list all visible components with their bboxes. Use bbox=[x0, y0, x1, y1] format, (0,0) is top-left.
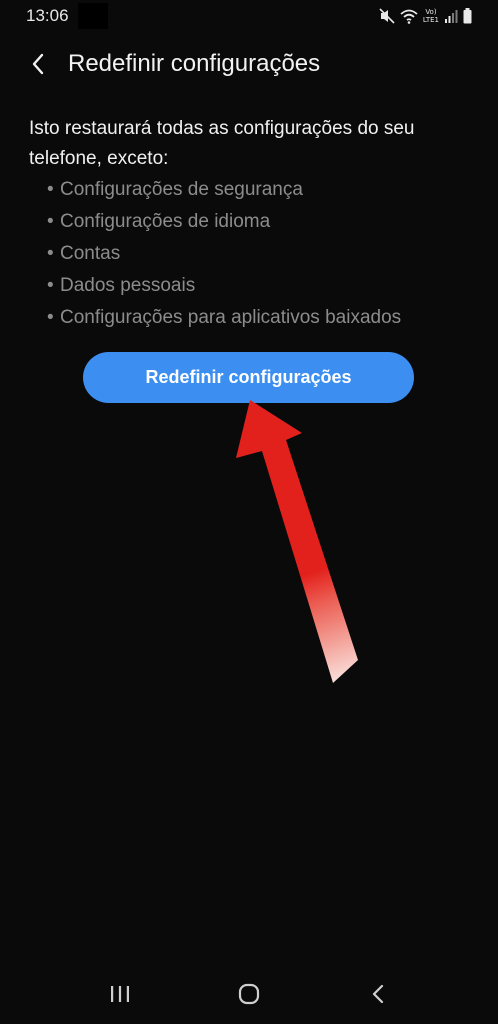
navigation-bar bbox=[0, 960, 498, 1024]
home-icon bbox=[238, 983, 260, 1005]
status-bar: 13:06 Vo) LTE1 bbox=[0, 0, 498, 32]
recents-button[interactable] bbox=[100, 974, 140, 1014]
back-icon bbox=[372, 984, 384, 1004]
list-item: • Configurações para aplicativos baixados bbox=[47, 302, 477, 334]
app-bar: Redefinir configurações bbox=[0, 40, 498, 88]
list-item: • Configurações de idioma bbox=[47, 206, 477, 238]
wifi-icon bbox=[400, 9, 418, 24]
bullet: • bbox=[47, 307, 54, 328]
redacted-area bbox=[78, 3, 108, 29]
reset-description: Isto restaurará todas as configurações d… bbox=[29, 118, 415, 169]
exception-label: Dados pessoais bbox=[60, 275, 196, 296]
nav-back-button[interactable] bbox=[358, 974, 398, 1014]
exception-label: Configurações para aplicativos baixados bbox=[60, 307, 402, 328]
bullet: • bbox=[47, 211, 54, 232]
exception-label: Contas bbox=[60, 243, 121, 264]
battery-icon bbox=[463, 8, 472, 24]
status-time: 13:06 bbox=[26, 6, 69, 25]
status-icons: Vo) LTE1 bbox=[379, 6, 472, 26]
list-item: • Configurações de segurança bbox=[47, 174, 477, 206]
reset-settings-button[interactable]: Redefinir configurações bbox=[83, 352, 414, 403]
bullet: • bbox=[47, 179, 54, 200]
recents-icon bbox=[111, 986, 129, 1002]
exception-label: Configurações de idioma bbox=[60, 211, 271, 232]
bullet: • bbox=[47, 275, 54, 296]
volte-indicator: Vo) LTE1 bbox=[423, 8, 439, 24]
lte-label: LTE1 bbox=[422, 16, 439, 24]
arrow-shape bbox=[236, 400, 358, 683]
page-title: Redefinir configurações bbox=[68, 50, 321, 77]
volte-label: Vo) bbox=[425, 8, 437, 16]
home-button[interactable] bbox=[229, 974, 269, 1014]
list-item: • Dados pessoais bbox=[47, 270, 477, 302]
signal-icon bbox=[445, 10, 458, 23]
chevron-left-icon bbox=[32, 53, 44, 75]
list-item: • Contas bbox=[47, 238, 477, 270]
mute-vibrate-icon bbox=[379, 8, 395, 24]
back-button[interactable] bbox=[22, 48, 54, 80]
exception-label: Configurações de segurança bbox=[60, 179, 303, 200]
exceptions-list: • Configurações de segurança • Configuraçõ… bbox=[47, 174, 477, 334]
bullet: • bbox=[47, 243, 54, 264]
